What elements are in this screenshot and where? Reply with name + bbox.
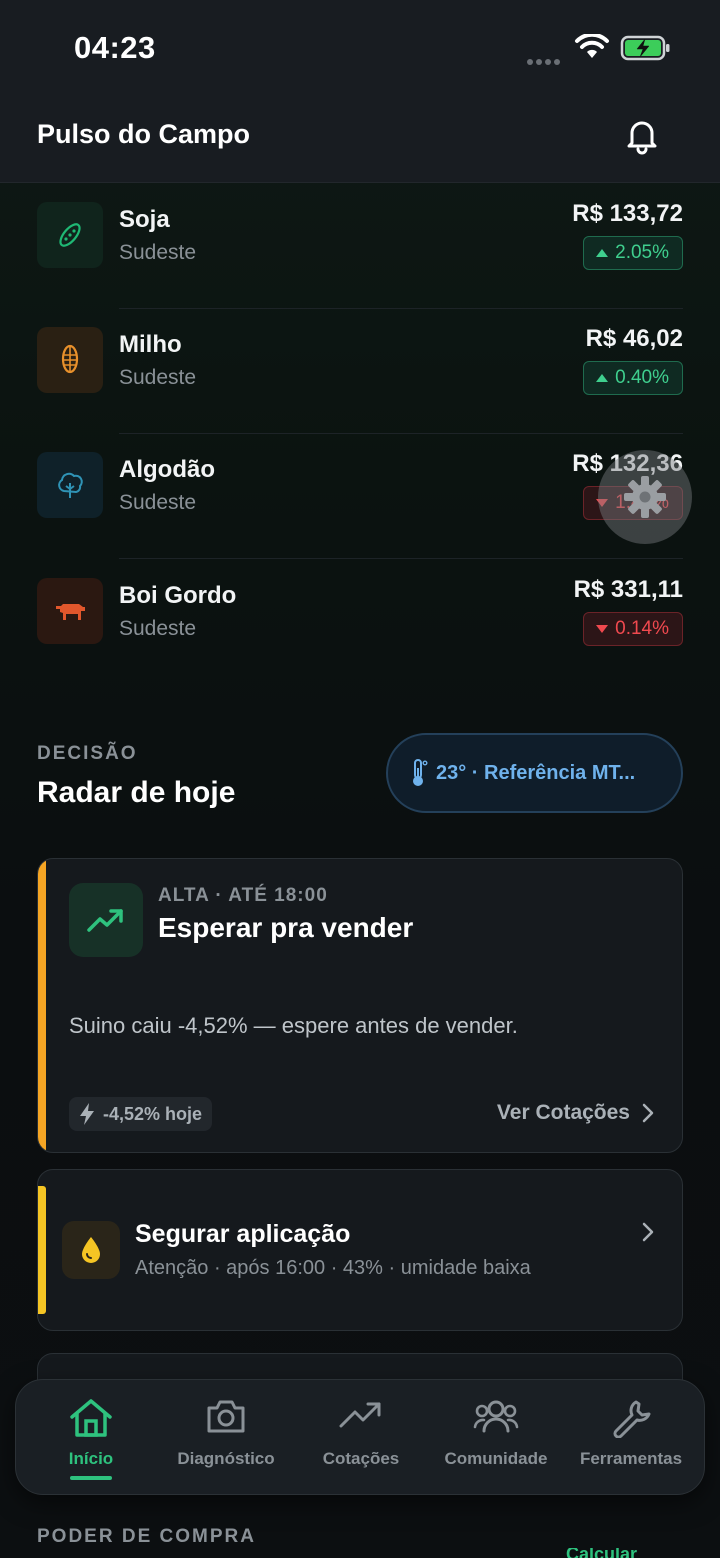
- section-title: Radar de hoje: [37, 776, 236, 809]
- section-eyebrow-purchasing-power: PODER DE COMPRA: [37, 1526, 256, 1547]
- weather-text: 23° · Referência MT...: [436, 761, 636, 784]
- change-badge: 0.40%: [583, 361, 683, 395]
- alert-title: Esperar pra vender: [158, 912, 414, 943]
- commodity-name: Soja: [119, 206, 170, 233]
- bottom-nav: Início Diagnóstico Cotações Comunidade F…: [15, 1379, 705, 1495]
- settings-fab[interactable]: [598, 450, 692, 544]
- nav-label: Ferramentas: [579, 1449, 683, 1468]
- commodity-row-algodao[interactable]: Algodão Sudeste R$ 132,36 1.42%: [37, 434, 683, 559]
- cattle-icon: [37, 578, 103, 644]
- change-value: 2.05%: [615, 242, 669, 263]
- nav-item-ferramentas[interactable]: Ferramentas: [566, 1380, 696, 1496]
- nav-label: Comunidade: [444, 1449, 548, 1468]
- gear-icon: [624, 476, 666, 518]
- view-quotes-link[interactable]: Ver Cotações: [497, 1101, 654, 1125]
- hold-title: Segurar aplicação: [135, 1220, 351, 1248]
- signal-icon: [527, 52, 563, 70]
- nav-label: Início: [68, 1449, 114, 1468]
- commodity-name: Boi Gordo: [119, 582, 237, 609]
- change-badge: 2.05%: [583, 236, 683, 270]
- section-eyebrow: DECISÃO: [37, 743, 138, 764]
- commodity-price: R$ 46,02: [585, 325, 683, 352]
- calculate-link[interactable]: Calcular: [566, 1548, 656, 1558]
- nav-item-comunidade[interactable]: Comunidade: [431, 1380, 561, 1496]
- status-time: 04:23: [74, 30, 156, 65]
- trend-up-icon: [69, 883, 143, 957]
- commodity-region: Sudeste: [119, 241, 197, 264]
- lightning-icon: [80, 1103, 94, 1125]
- corn-icon: [37, 327, 103, 393]
- change-badge: 0.14%: [583, 612, 683, 646]
- commodity-row-soja[interactable]: Soja Sudeste R$ 133,72 2.05%: [37, 184, 683, 309]
- alert-body: Suino caiu -4,52% — espere antes de vend…: [69, 1013, 518, 1038]
- chevron-right-icon: [642, 1222, 654, 1247]
- commodity-name: Algodão: [119, 456, 215, 483]
- commodity-row-milho[interactable]: Milho Sudeste R$ 46,02 0.40%: [37, 309, 683, 434]
- hold-stripe: [38, 1186, 46, 1314]
- droplet-icon: [62, 1221, 120, 1279]
- nav-label: Cotações: [322, 1449, 400, 1468]
- chevron-right-icon: [642, 1103, 654, 1123]
- hold-subtitle: Atenção · após 16:00 · 43% · umidade bai…: [135, 1257, 531, 1279]
- thermometer-icon: [413, 759, 428, 786]
- commodity-region: Sudeste: [119, 366, 197, 389]
- change-value: 0.40%: [615, 367, 669, 388]
- calculate-label: Calcular: [566, 1548, 638, 1558]
- commodity-name: Milho: [119, 331, 182, 358]
- alert-chip-label: -4,52% hoje: [103, 1103, 203, 1124]
- nav-label: Diagnóstico: [177, 1449, 275, 1468]
- alert-chip: -4,52% hoje: [69, 1097, 213, 1131]
- battery-icon: [620, 35, 672, 66]
- wrench-icon: [611, 1398, 651, 1443]
- divider: [119, 558, 683, 559]
- change-value: 0.14%: [615, 618, 669, 639]
- commodity-region: Sudeste: [119, 491, 197, 514]
- cotton-icon: [37, 452, 103, 518]
- commodity-row-boi-gordo[interactable]: Boi Gordo Sudeste R$ 331,11 0.14%: [37, 560, 683, 685]
- app-title: Pulso do Campo: [37, 119, 251, 149]
- hold-application-card[interactable]: Segurar aplicação Atenção · após 16:00 ·…: [37, 1169, 683, 1331]
- arrow-up-icon: [596, 249, 609, 257]
- wifi-icon: [574, 32, 610, 65]
- camera-icon: [206, 1398, 246, 1439]
- commodity-region: Sudeste: [119, 617, 197, 640]
- view-quotes-label: Ver Cotações: [496, 1101, 630, 1124]
- home-icon: [68, 1398, 114, 1443]
- nav-item-diagnostico[interactable]: Diagnóstico: [161, 1380, 291, 1496]
- soy-icon: [37, 202, 103, 268]
- app-header: Pulso do Campo: [0, 95, 720, 183]
- alert-eyebrow: ALTA · ATÉ 18:00: [158, 885, 328, 906]
- commodity-price: R$ 133,72: [572, 200, 683, 227]
- status-bar: 04:23: [0, 0, 720, 95]
- arrow-up-icon: [596, 374, 609, 382]
- weather-pill[interactable]: 23° · Referência MT...: [386, 733, 683, 813]
- commodity-price: R$ 331,11: [573, 576, 683, 603]
- alert-stripe: [38, 859, 46, 1152]
- nav-item-cotacoes[interactable]: Cotações: [296, 1380, 426, 1496]
- users-icon: [473, 1398, 519, 1439]
- alert-card[interactable]: ALTA · ATÉ 18:00 Esperar pra vender Suin…: [37, 858, 683, 1153]
- trend-up-icon: [339, 1398, 383, 1435]
- active-indicator: [70, 1476, 112, 1480]
- bell-icon[interactable]: [622, 115, 662, 160]
- nav-item-inicio[interactable]: Início: [26, 1380, 156, 1496]
- arrow-down-icon: [596, 625, 609, 633]
